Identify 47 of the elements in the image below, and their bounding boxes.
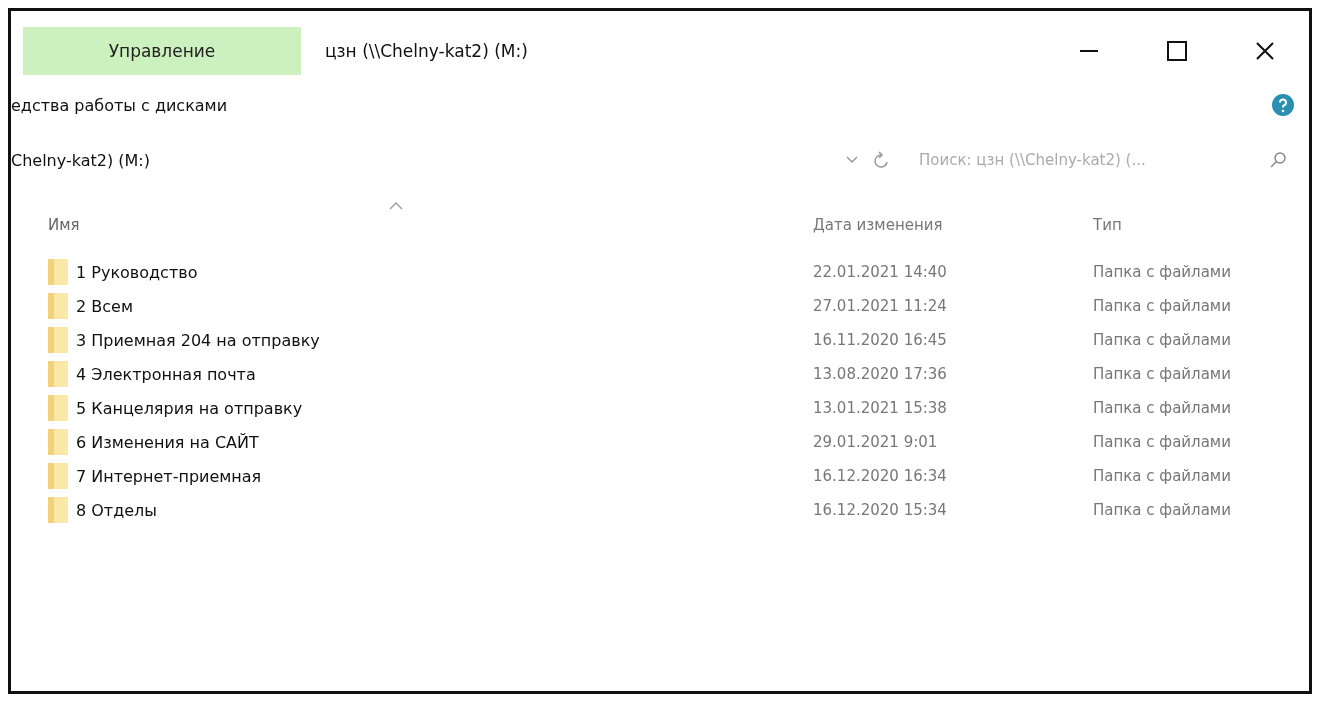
search-icon <box>1269 151 1287 169</box>
type-cell: Папка с файлами <box>1093 433 1231 451</box>
address-path[interactable]: Chelny-kat2) (M:) <box>11 150 150 170</box>
type-cell: Папка с файлами <box>1093 365 1231 383</box>
file-name-cell[interactable]: 1 Руководство <box>76 262 198 282</box>
folder-icon <box>48 361 68 387</box>
folder-icon <box>48 259 68 285</box>
file-name-cell[interactable]: 6 Изменения на САЙТ <box>76 432 259 452</box>
folder-icon <box>48 327 68 353</box>
window-title: цзн (\\Chelny-kat2) (M:) <box>325 41 528 61</box>
date-cell: 29.01.2021 9:01 <box>813 433 938 451</box>
column-header[interactable]: Тип <box>1093 216 1122 234</box>
date-cell: 16.11.2020 16:45 <box>813 331 947 349</box>
file-name-cell[interactable]: 8 Отделы <box>76 500 157 520</box>
column-header[interactable]: Имя <box>48 216 80 234</box>
column-header[interactable]: Дата изменения <box>813 216 943 234</box>
manage-tab[interactable]: Управление <box>23 27 301 75</box>
maximize-icon <box>1166 40 1188 62</box>
date-cell: 13.01.2021 15:38 <box>813 399 947 417</box>
type-cell: Папка с файлами <box>1093 467 1231 485</box>
folder-icon <box>48 395 68 421</box>
minimize-icon <box>1080 50 1098 52</box>
date-cell: 27.01.2021 11:24 <box>813 297 947 315</box>
file-name-cell[interactable]: 3 Приемная 204 на отправку <box>76 330 320 350</box>
help-icon[interactable] <box>1271 93 1295 117</box>
file-name-cell[interactable]: 2 Всем <box>76 296 133 316</box>
folder-icon <box>48 497 68 523</box>
date-cell: 16.12.2020 16:34 <box>813 467 947 485</box>
folder-icon <box>48 429 68 455</box>
file-name-cell[interactable]: 4 Электронная почта <box>76 364 256 384</box>
file-name-cell[interactable]: 5 Канцелярия на отправку <box>76 398 303 418</box>
date-cell: 16.12.2020 15:34 <box>813 501 947 519</box>
folder-icon <box>48 463 68 489</box>
search-field[interactable]: Поиск: цзн (\\Chelny-kat2) (... <box>917 150 1287 170</box>
dropdown-chevron-icon[interactable] <box>845 155 859 165</box>
type-cell: Папка с файлами <box>1093 297 1231 315</box>
close-icon <box>1254 40 1276 62</box>
type-cell: Папка с файлами <box>1093 331 1231 349</box>
type-cell: Папка с файлами <box>1093 263 1231 281</box>
date-cell: 13.08.2020 17:36 <box>813 365 947 383</box>
type-cell: Папка с файлами <box>1093 501 1231 519</box>
ribbon-group-label: едства работы с дисками <box>11 95 228 115</box>
folder-icon <box>48 293 68 319</box>
date-cell: 22.01.2021 14:40 <box>813 263 947 281</box>
refresh-icon[interactable] <box>873 151 889 169</box>
file-name-cell[interactable]: 7 Интернет-приемная <box>76 466 262 486</box>
type-cell: Папка с файлами <box>1093 399 1231 417</box>
